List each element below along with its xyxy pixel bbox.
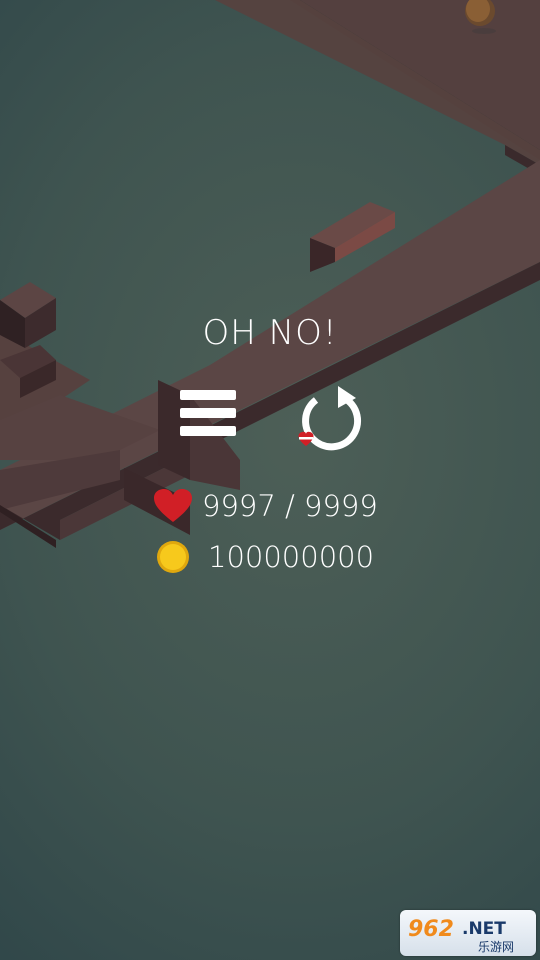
upper-path [215,0,540,175]
menu-button[interactable] [176,386,240,450]
menu-icon-bar [180,390,236,400]
svg-text:乐游网: 乐游网 [478,940,514,954]
coins-row: 100000000 [150,537,374,577]
watermark-logo: 962 .NET 乐游网 [400,910,536,956]
heart-icon [150,486,196,526]
svg-text:.NET: .NET [462,919,506,939]
lives-count: 9997 / 9999 [202,489,378,523]
coins-count: 100000000 [208,540,375,574]
svg-text:962: 962 [408,917,454,942]
retry-icon [298,386,362,451]
menu-icon-bar [180,426,236,436]
game-scene [0,0,540,548]
lives-row: 9997 / 9999 [150,486,378,526]
menu-icon-bar [180,408,236,418]
game-over-title: OH NO! [202,313,338,353]
retry-button[interactable] [294,384,366,456]
coin-icon [150,537,196,577]
